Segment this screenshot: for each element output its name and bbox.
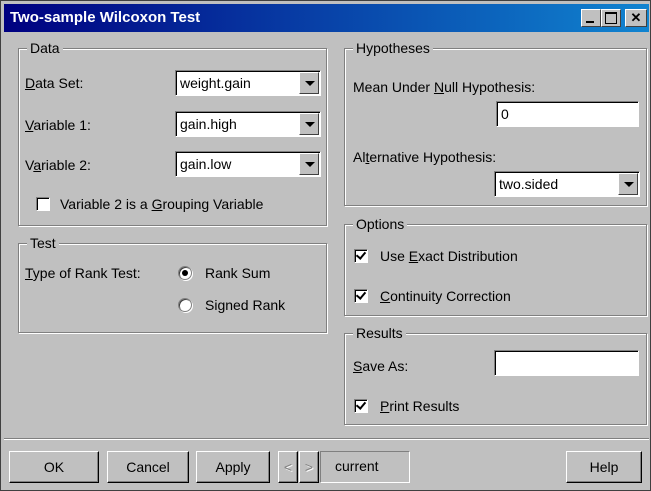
help-button[interactable]: Help (566, 451, 642, 483)
chevron-down-icon[interactable] (618, 173, 638, 195)
previous-button[interactable]: < (278, 451, 298, 483)
variable1-label: Variable 1: (25, 117, 91, 133)
cancel-button[interactable]: Cancel (107, 451, 189, 483)
close-icon: ✕ (630, 10, 642, 25)
data-group-legend: Data (27, 39, 63, 57)
maximize-button[interactable] (601, 9, 621, 27)
signed-rank-radio[interactable] (178, 298, 192, 312)
save-as-label: Save As: (353, 358, 409, 374)
chevron-down-icon[interactable] (299, 153, 319, 175)
continuity-correction-label[interactable]: Continuity Correction (380, 287, 511, 305)
next-button[interactable]: > (299, 451, 319, 483)
signed-rank-label[interactable]: Signed Rank (205, 296, 285, 314)
grouping-variable-checkbox[interactable] (36, 197, 50, 211)
null-hypothesis-label: Mean Under Null Hypothesis: (353, 79, 536, 95)
test-group-legend: Test (27, 234, 59, 252)
variable2-select[interactable]: gain.low (175, 151, 321, 177)
alternative-hypothesis-select[interactable]: two.sided (494, 171, 640, 197)
exact-distribution-label[interactable]: Use Exact Distribution (380, 247, 518, 265)
window-title: Two-sample Wilcoxon Test (10, 9, 201, 26)
minimize-button[interactable] (581, 9, 601, 27)
close-button[interactable]: ✕ (625, 9, 647, 27)
chevron-down-icon[interactable] (299, 113, 319, 135)
hypotheses-group-legend: Hypotheses (353, 39, 433, 57)
options-group-legend: Options (353, 215, 408, 233)
grouping-variable-label[interactable]: Variable 2 is a Grouping Variable (60, 195, 263, 213)
current-indicator: current (320, 451, 410, 483)
dialog-window: Two-sample Wilcoxon Test ✕ Data Data Set… (0, 0, 651, 491)
ok-button[interactable]: OK (9, 451, 99, 483)
variable2-value: gain.low (180, 156, 232, 172)
variable2-label: Variable 2: (25, 157, 91, 173)
print-results-label[interactable]: Print Results (380, 397, 459, 415)
continuity-correction-checkbox[interactable] (354, 289, 368, 303)
rank-sum-label[interactable]: Rank Sum (205, 264, 270, 282)
test-group: Test (18, 234, 327, 333)
exact-distribution-checkbox[interactable] (354, 249, 368, 263)
variable1-select[interactable]: gain.high (175, 111, 321, 137)
data-set-select[interactable]: weight.gain (175, 70, 321, 96)
data-set-value: weight.gain (180, 75, 251, 91)
minimize-icon (586, 21, 594, 23)
alternative-hypothesis-value: two.sided (499, 176, 559, 192)
alternative-hypothesis-label: Alternative Hypothesis: (353, 149, 497, 165)
button-separator (4, 438, 649, 440)
rank-test-type-label: Type of Rank Test: (25, 265, 141, 281)
print-results-checkbox[interactable] (354, 399, 368, 413)
results-group-legend: Results (353, 324, 406, 342)
chevron-down-icon[interactable] (299, 72, 319, 94)
save-as-input[interactable] (494, 350, 639, 376)
null-hypothesis-input[interactable]: 0 (496, 101, 639, 127)
rank-sum-radio[interactable] (178, 266, 192, 280)
data-set-label: Data Set: (25, 75, 84, 91)
title-bar[interactable]: Two-sample Wilcoxon Test ✕ (4, 4, 649, 32)
maximize-icon (605, 12, 617, 24)
apply-button[interactable]: Apply (196, 451, 270, 483)
variable1-value: gain.high (180, 116, 237, 132)
